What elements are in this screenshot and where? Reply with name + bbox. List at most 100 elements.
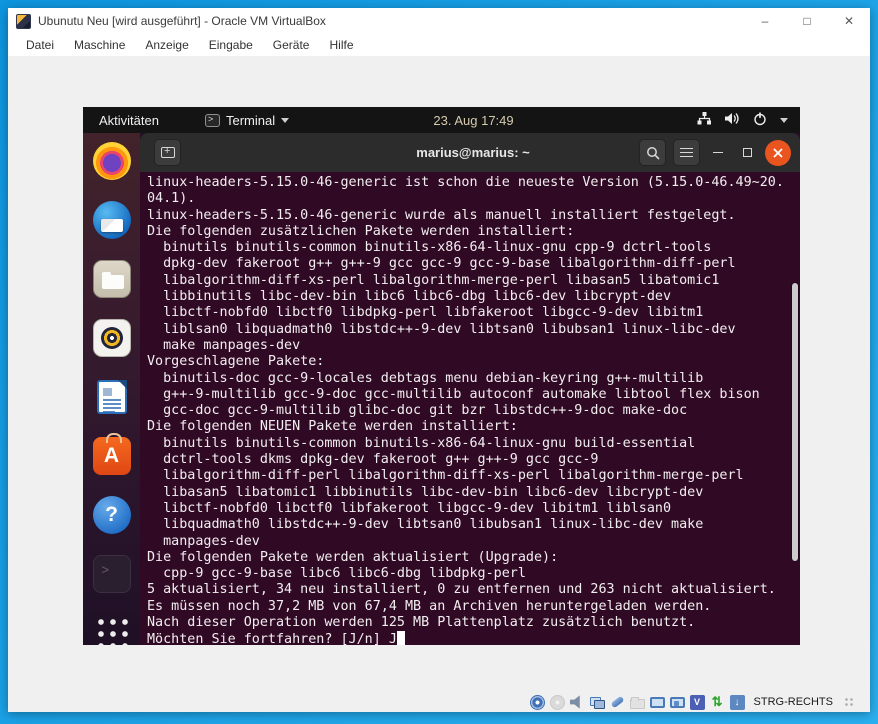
terminal-line: libctf-nobfd0 libctf0 libfakeroot libgcc… — [147, 501, 797, 517]
virtualbox-window: Ubunutu Neu [wird ausgeführt] - Oracle V… — [8, 8, 870, 712]
menu-item-anzeige[interactable]: Anzeige — [135, 36, 198, 54]
search-icon — [646, 146, 660, 160]
shared-folders-status-icon[interactable] — [630, 699, 645, 709]
vbox-close-button[interactable]: ✕ — [828, 8, 870, 34]
terminal-line: libbinutils libc-dev-bin libc6 libc6-dbg… — [147, 289, 797, 305]
terminal-line: dctrl-tools dkms dpkg-dev fakeroot g++ g… — [147, 452, 797, 468]
terminal-line: libalgorithm-diff-perl libalgorithm-diff… — [147, 468, 797, 484]
terminal-line: linux-headers-5.15.0-46-generic ist scho… — [147, 175, 797, 191]
chevron-down-icon — [780, 118, 788, 123]
terminal-menu-button[interactable] — [673, 139, 700, 166]
app-grid-icon — [95, 616, 129, 645]
network-status-icon[interactable] — [590, 695, 605, 710]
power-icon — [753, 112, 767, 129]
virtualbox-vm-icon — [16, 14, 31, 29]
terminal-line: dpkg-dev fakeroot g++ g++-9 gcc gcc-9 gc… — [147, 256, 797, 272]
terminal-line: binutils binutils-common binutils-x86-64… — [147, 240, 797, 256]
terminal-cursor — [397, 631, 405, 645]
activities-button[interactable]: Aktivitäten — [95, 113, 163, 128]
terminal-line: cpp-9 gcc-9-base libc6 libc6-dbg libdpkg… — [147, 566, 797, 582]
volume-icon — [725, 112, 740, 128]
terminal-line: Es müssen noch 37,2 MB von 67,4 MB an Ar… — [147, 599, 797, 615]
terminal-header-controls — [639, 139, 791, 166]
terminal-line: liblsan0 libquadmath0 libstdc++-9-dev li… — [147, 322, 797, 338]
vbox-client-area: Aktivitäten Terminal 23. Aug 17:49 — [8, 56, 870, 692]
terminal-line: binutils-doc gcc-9-locales debtags menu … — [147, 371, 797, 387]
menu-item-hilfe[interactable]: Hilfe — [319, 36, 363, 54]
terminal-close-button[interactable] — [765, 140, 791, 166]
terminal-line: libquadmath0 libstdc++-9-dev libtsan0 li… — [147, 517, 797, 533]
new-tab-button[interactable] — [154, 139, 181, 166]
hdd-status-icon[interactable] — [530, 695, 545, 710]
terminal-line: 5 aktualisiert, 34 neu installiert, 0 zu… — [147, 582, 797, 598]
terminal-line: libalgorithm-diff-xs-perl libalgorithm-m… — [147, 273, 797, 289]
usb-status-icon[interactable] — [610, 695, 625, 710]
help-icon — [93, 496, 131, 534]
terminal-line: binutils binutils-common binutils-x86-64… — [147, 436, 797, 452]
dock-item-libreoffice-writer[interactable] — [92, 378, 132, 416]
thunderbird-icon — [93, 201, 131, 239]
vbox-window-title: Ubunutu Neu [wird ausgeführt] - Oracle V… — [38, 14, 326, 28]
hamburger-icon — [680, 148, 693, 158]
new-tab-icon — [161, 147, 175, 158]
terminal-line: Die folgenden Pakete werden aktualisiert… — [147, 550, 797, 566]
terminal-minimize-button[interactable] — [707, 139, 729, 166]
menu-item-datei[interactable]: Datei — [16, 36, 64, 54]
terminal-line: g++-9-multilib gcc-9-doc gcc-multilib au… — [147, 387, 797, 403]
recording-status-icon[interactable] — [670, 697, 685, 708]
guest-desktop: marius@marius: ~ linux-headers-5.15.0-46… — [83, 133, 800, 645]
terminal-line: make manpages-dev — [147, 338, 797, 354]
ubuntu-software-icon — [93, 437, 131, 475]
dock-item-terminal-running[interactable] — [92, 555, 132, 593]
chevron-down-icon — [281, 118, 289, 123]
dock-item-app-grid[interactable] — [92, 614, 132, 645]
terminal-search-button[interactable] — [639, 139, 666, 166]
clock-button[interactable]: 23. Aug 17:49 — [433, 113, 513, 128]
terminal-line: Die folgenden NEUEN Pakete werden instal… — [147, 419, 797, 435]
terminal-scrollbar[interactable] — [792, 283, 798, 561]
menu-item-eingabe[interactable]: Eingabe — [199, 36, 263, 54]
terminal-line: 04.1). — [147, 191, 797, 207]
cd-status-icon[interactable] — [550, 695, 565, 710]
vbox-statusbar: STRG-RECHTS — [8, 692, 870, 712]
display-status-icon[interactable] — [650, 697, 665, 708]
resize-grip[interactable] — [844, 697, 854, 707]
dock-item-ubuntu-software[interactable] — [92, 437, 132, 475]
system-status-area[interactable] — [697, 112, 788, 129]
dock-item-help[interactable] — [92, 496, 132, 534]
host-key-label: STRG-RECHTS — [754, 696, 833, 708]
terminal-restore-button[interactable] — [736, 139, 758, 166]
guest-screen: Aktivitäten Terminal 23. Aug 17:49 — [83, 107, 800, 645]
dock — [83, 133, 140, 645]
terminal-line: Möchten Sie fortfahren? [J/n] J — [147, 631, 797, 645]
dock-item-thunderbird[interactable] — [92, 201, 132, 239]
vbox-minimize-button[interactable]: – — [744, 8, 786, 34]
virtualization-status-icon[interactable] — [690, 695, 705, 710]
restore-icon — [743, 148, 752, 157]
dock-item-firefox[interactable] — [92, 142, 132, 180]
dock-item-files[interactable] — [92, 260, 132, 298]
menu-item-gerte[interactable]: Geräte — [263, 36, 320, 54]
terminal-line: libctf-nobfd0 libctf0 libdpkg-perl libfa… — [147, 305, 797, 321]
vbox-menubar: DateiMaschineAnzeigeEingabeGeräteHilfe — [8, 34, 870, 56]
terminal-line: linux-headers-5.15.0-46-generic wurde al… — [147, 208, 797, 224]
vbox-titlebar: Ubunutu Neu [wird ausgeführt] - Oracle V… — [8, 8, 870, 34]
terminal-app-icon — [205, 114, 220, 127]
terminal-line: manpages-dev — [147, 534, 797, 550]
keyboard-capture-status-icon[interactable] — [730, 695, 745, 710]
app-menu-terminal[interactable]: Terminal — [205, 113, 289, 128]
terminal-line: Vorgeschlagene Pakete: — [147, 354, 797, 370]
audio-status-icon[interactable] — [570, 695, 585, 710]
menu-item-maschine[interactable]: Maschine — [64, 36, 135, 54]
vbox-maximize-button[interactable]: □ — [786, 8, 828, 34]
files-icon — [93, 260, 131, 298]
terminal-line: Nach dieser Operation werden 125 MB Plat… — [147, 615, 797, 631]
mouse-integration-status-icon[interactable] — [710, 695, 725, 710]
terminal-line: gcc-doc gcc-9-multilib glibc-doc git bzr… — [147, 403, 797, 419]
minimize-icon — [713, 152, 723, 154]
terminal-window: marius@marius: ~ linux-headers-5.15.0-46… — [140, 133, 800, 645]
dock-item-rhythmbox[interactable] — [92, 319, 132, 357]
terminal-line: Die folgenden zusätzlichen Pakete werden… — [147, 224, 797, 240]
close-icon — [772, 147, 784, 159]
statusbar-icons — [530, 695, 745, 710]
